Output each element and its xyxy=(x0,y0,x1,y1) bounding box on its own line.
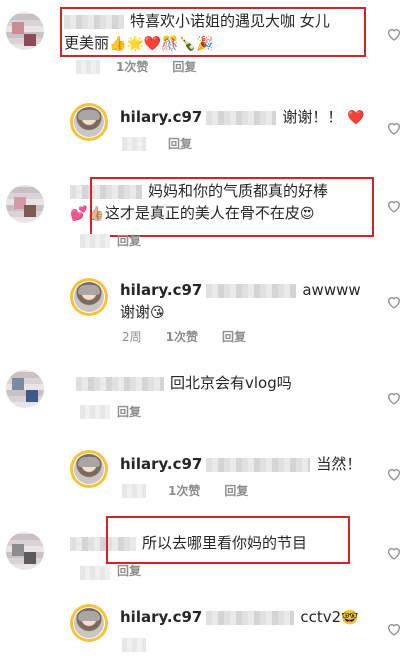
reply-text-line2: 谢谢 xyxy=(120,303,151,321)
reply-button[interactable]: 回复 xyxy=(117,234,141,248)
heart-emoji: ❤️ xyxy=(347,110,365,126)
username[interactable]: hilary.c97 xyxy=(120,455,202,473)
reply-text: 谢谢！！ xyxy=(282,108,343,126)
avatar[interactable] xyxy=(6,370,44,408)
kiss-emoji: 😘 xyxy=(150,305,165,321)
reply-button[interactable]: 回复 xyxy=(117,405,141,419)
reply-button[interactable]: 回复 xyxy=(224,484,248,498)
timestamp-blurred xyxy=(122,638,146,652)
nerd-emoji: 🤓 xyxy=(341,610,359,626)
avatar[interactable] xyxy=(70,278,108,316)
avatar[interactable] xyxy=(6,12,44,50)
reply-text: 当然！ xyxy=(316,455,362,473)
like-count[interactable]: 1次赞 xyxy=(166,330,198,344)
reply-button[interactable]: 回复 xyxy=(117,564,141,578)
timestamp-blurred xyxy=(80,566,110,580)
timestamp-blurred xyxy=(122,484,146,498)
avatar[interactable] xyxy=(70,604,108,642)
mention-blurred[interactable] xyxy=(206,610,295,625)
heart-icon[interactable] xyxy=(386,545,402,561)
reply-button[interactable]: 回复 xyxy=(222,330,246,344)
avatar[interactable] xyxy=(70,103,108,141)
avatar[interactable] xyxy=(6,185,44,223)
like-count[interactable]: 1次赞 xyxy=(168,484,200,498)
timestamp-blurred xyxy=(122,137,146,151)
timestamp-blurred xyxy=(80,405,110,419)
heart-icon[interactable] xyxy=(386,26,402,42)
heart-icon[interactable] xyxy=(386,390,402,406)
mention-blurred[interactable] xyxy=(206,283,297,298)
highlight-box xyxy=(90,177,374,237)
username[interactable]: hilary.c97 xyxy=(120,108,202,126)
avatar[interactable] xyxy=(6,532,44,570)
comment-text: 回北京会有vlog吗 xyxy=(170,374,292,392)
timestamp-blurred xyxy=(80,234,110,248)
timestamp-blurred xyxy=(76,60,100,74)
reply-text: cctv2 xyxy=(300,608,342,626)
heart-icon[interactable] xyxy=(386,120,402,136)
heart-icon[interactable] xyxy=(386,198,402,214)
reply-button[interactable]: 回复 xyxy=(172,60,196,74)
username[interactable]: hilary.c97 xyxy=(120,281,202,299)
heart-icon[interactable] xyxy=(386,466,402,482)
highlight-box xyxy=(106,516,350,564)
username-blurred[interactable] xyxy=(76,376,164,391)
timestamp: 2周 xyxy=(122,330,142,344)
mention-blurred[interactable] xyxy=(206,457,311,472)
like-count[interactable]: 1次赞 xyxy=(116,60,148,74)
avatar[interactable] xyxy=(70,450,108,488)
highlight-box xyxy=(60,7,366,57)
reply-button[interactable]: 回复 xyxy=(168,137,192,151)
heart-icon[interactable] xyxy=(386,294,402,310)
mention-blurred[interactable] xyxy=(206,110,277,125)
username[interactable]: hilary.c97 xyxy=(120,608,202,626)
heart-icon[interactable] xyxy=(386,621,402,637)
reply-text: awwww xyxy=(302,281,361,299)
